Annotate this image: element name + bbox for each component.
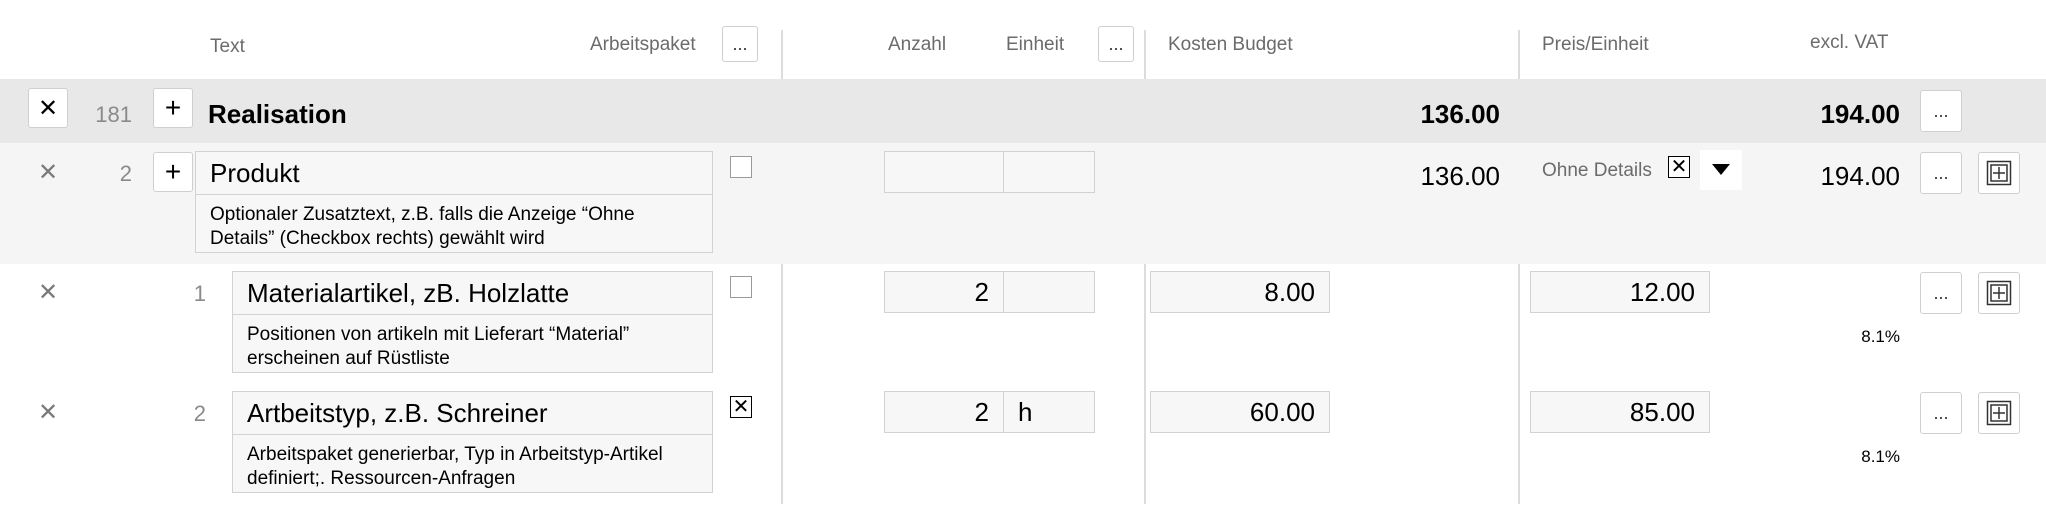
item-einheit-field[interactable]: h <box>1003 391 1095 433</box>
close-icon: ✕ <box>37 94 59 122</box>
group-more-button[interactable]: ... <box>1920 90 1962 132</box>
ohne-details-checkbox[interactable]: ✕ <box>1668 156 1690 178</box>
item-number: 2 <box>193 401 206 426</box>
item-einheit-field[interactable] <box>1003 271 1095 313</box>
item-number: 1 <box>193 281 206 306</box>
item-title-field[interactable]: Materialartikel, zB. Holzlatte <box>232 271 713 315</box>
product-more-button[interactable]: ... <box>1920 152 1962 194</box>
item-note-field[interactable]: Arbeitspaket generierbar, Typ in Arbeits… <box>232 434 713 493</box>
item-arbeitspaket-checkbox[interactable] <box>730 276 752 298</box>
item-vat: 8.1% <box>1861 327 1900 346</box>
item-title-field[interactable]: Artbeitstyp, z.B. Schreiner <box>232 391 713 435</box>
group-cost: 136.00 <box>1420 99 1500 129</box>
header-kosten-budget: Kosten Budget <box>1168 34 1293 55</box>
item-remove-icon[interactable]: ✕ <box>38 398 58 427</box>
product-title-field[interactable]: Produkt <box>195 151 713 195</box>
caret-down-icon <box>1712 164 1730 175</box>
checkmark-x-icon: ✕ <box>1670 156 1688 178</box>
item-cost-field[interactable]: 8.00 <box>1150 271 1330 313</box>
header-preis-einheit: Preis/Einheit <box>1542 34 1649 55</box>
header-einheit: Einheit <box>1006 34 1065 55</box>
product-anzahl-field[interactable] <box>884 151 1004 193</box>
header-excl-vat: excl. VAT <box>1810 32 1889 53</box>
item-expand-button[interactable] <box>1978 272 2020 314</box>
item-anzahl-field[interactable]: 2 <box>884 271 1004 313</box>
group-add-button[interactable]: + <box>153 88 193 128</box>
header-anzahl: Anzahl <box>888 34 947 55</box>
product-arbeitspaket-checkbox[interactable] <box>730 156 752 178</box>
item-price-field[interactable]: 85.00 <box>1530 391 1710 433</box>
product-remove-icon[interactable]: ✕ <box>38 158 58 187</box>
product-expand-button[interactable] <box>1978 152 2020 194</box>
item-arbeitspaket-checkbox[interactable]: ✕ <box>730 396 752 418</box>
group-total: 194.00 <box>1820 99 1900 129</box>
item-price-field[interactable]: 12.00 <box>1530 271 1710 313</box>
product-einheit-field[interactable] <box>1003 151 1095 193</box>
group-number: 181 <box>95 102 132 127</box>
header-arbeitspaket: Arbeitspaket <box>590 34 696 55</box>
item-remove-icon[interactable]: ✕ <box>38 278 58 307</box>
ohne-details-dropdown[interactable] <box>1700 150 1742 190</box>
item-vat: 8.1% <box>1861 447 1900 466</box>
item-more-button[interactable]: ... <box>1920 392 1962 434</box>
item-note-field[interactable]: Positionen von artikeln mit Lieferart “M… <box>232 314 713 373</box>
expand-box-icon <box>1986 400 2012 426</box>
item-expand-button[interactable] <box>1978 392 2020 434</box>
product-cost: 136.00 <box>1420 161 1500 191</box>
plus-icon: + <box>164 156 182 187</box>
ohne-details-label: Ohne Details <box>1542 160 1652 181</box>
einheit-more-button[interactable]: ... <box>1098 26 1134 62</box>
plus-icon: + <box>164 92 182 123</box>
product-number: 2 <box>119 161 132 186</box>
expand-box-icon <box>1986 280 2012 306</box>
arbeitspaket-more-button[interactable]: ... <box>722 26 758 62</box>
group-close-button[interactable]: ✕ <box>28 88 68 128</box>
expand-box-icon <box>1986 160 2012 186</box>
product-total: 194.00 <box>1820 161 1900 191</box>
product-note-field[interactable]: Optionaler Zusatztext, z.B. falls die An… <box>195 194 713 253</box>
checkmark-x-icon: ✕ <box>732 396 750 418</box>
item-cost-field[interactable]: 60.00 <box>1150 391 1330 433</box>
item-anzahl-field[interactable]: 2 <box>884 391 1004 433</box>
group-title: Realisation <box>208 99 347 129</box>
header-text: Text <box>210 36 245 57</box>
product-add-button[interactable]: + <box>153 152 193 192</box>
item-more-button[interactable]: ... <box>1920 272 1962 314</box>
